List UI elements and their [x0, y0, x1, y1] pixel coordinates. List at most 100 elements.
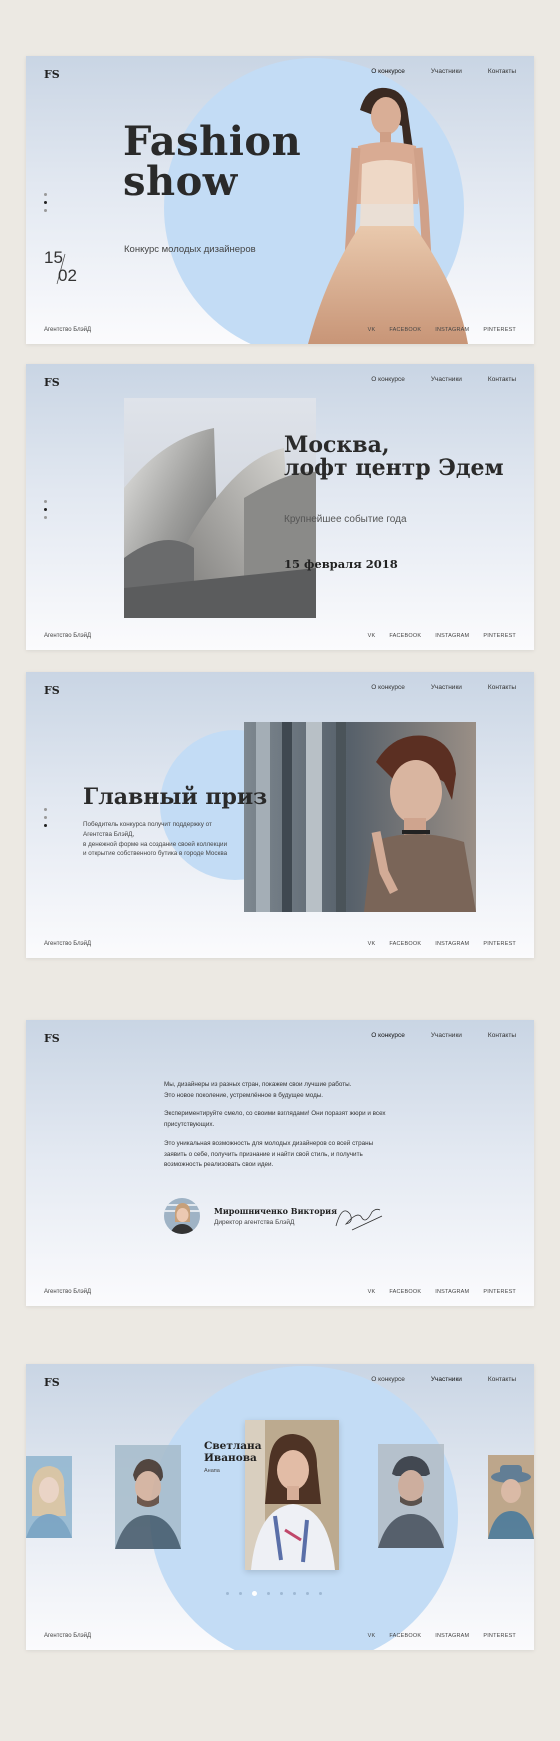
- slide-dot[interactable]: [44, 808, 47, 811]
- event-date: 15 февраля 2018: [284, 557, 398, 571]
- social-vk[interactable]: VK: [368, 327, 376, 333]
- slide-prize: FS О конкурсе Участники Контакты Главный…: [26, 672, 534, 958]
- nav-about[interactable]: О конкурсе: [371, 1376, 405, 1383]
- nav-participants[interactable]: Участники: [431, 1032, 462, 1039]
- social-vk[interactable]: VK: [368, 1633, 376, 1639]
- social-facebook[interactable]: FACEBOOK: [389, 941, 421, 947]
- slide-dots: [44, 500, 47, 519]
- slide-dot[interactable]: [44, 193, 47, 196]
- slide-dot[interactable]: [44, 508, 47, 511]
- top-nav: О конкурсе Участники Контакты: [371, 1376, 516, 1383]
- carousel-dot[interactable]: [226, 1592, 229, 1595]
- slide-participants: FS О конкурсе Участники Контакты Светлан…: [26, 1364, 534, 1650]
- agency-name: Агентство БлэйД: [44, 941, 92, 947]
- about-line: заявить о себе, получить признание и най…: [164, 1150, 363, 1158]
- nav-contacts[interactable]: Контакты: [488, 1032, 516, 1039]
- nav-contacts[interactable]: Контакты: [488, 684, 516, 691]
- slide-dot[interactable]: [44, 516, 47, 519]
- logo[interactable]: FS: [44, 376, 60, 389]
- social-vk[interactable]: VK: [368, 941, 376, 947]
- about-paragraph: Это уникальная возможность для молодых д…: [164, 1139, 404, 1171]
- social-instagram[interactable]: INSTAGRAM: [435, 1289, 469, 1295]
- prize-text-line: Победитель конкурса получит поддержку от: [83, 821, 212, 828]
- location-title: Москва, лофт центр Эдем: [284, 432, 504, 480]
- social-links: VK FACEBOOK INSTAGRAM PINTEREST: [368, 1633, 516, 1639]
- location-subtitle: Крупнейшее событие года: [284, 514, 407, 525]
- prize-text: Победитель конкурса получит поддержку от…: [83, 820, 243, 859]
- nav-participants[interactable]: Участники: [431, 684, 462, 691]
- carousel-dot[interactable]: [280, 1592, 283, 1595]
- social-vk[interactable]: VK: [368, 1289, 376, 1295]
- logo[interactable]: FS: [44, 68, 60, 81]
- about-text: Мы, дизайнеры из разных стран, покажем с…: [164, 1080, 404, 1171]
- slide-dot[interactable]: [44, 500, 47, 503]
- agency-name: Агентство БлэйД: [44, 327, 92, 333]
- participant-card[interactable]: [115, 1445, 181, 1549]
- participant-card[interactable]: [488, 1455, 534, 1539]
- top-nav: О конкурсе Участники Контакты: [371, 1032, 516, 1039]
- carousel-dot-active[interactable]: [252, 1591, 257, 1596]
- prize-text-line: и открытие собственного бутика в городе …: [83, 850, 228, 858]
- social-pinterest[interactable]: PINTEREST: [483, 327, 516, 333]
- nav-about[interactable]: О конкурсе: [371, 684, 405, 691]
- top-nav: О конкурсе Участники Контакты: [371, 376, 516, 383]
- hero-subtitle: Конкурс молодых дизайнеров: [124, 244, 256, 255]
- social-links: VK FACEBOOK INSTAGRAM PINTEREST: [368, 1289, 516, 1295]
- agency-name: Агентство БлэйД: [44, 633, 92, 639]
- participant-card[interactable]: [26, 1456, 72, 1538]
- social-facebook[interactable]: FACEBOOK: [389, 327, 421, 333]
- author-role: Директор агентства БлэйД: [214, 1219, 295, 1226]
- logo[interactable]: FS: [44, 684, 60, 697]
- carousel-dot[interactable]: [306, 1592, 309, 1595]
- participant-name: Светлана Иванова: [204, 1440, 262, 1464]
- about-line: Это новое поколение, устремлённое в буду…: [164, 1091, 324, 1099]
- social-facebook[interactable]: FACEBOOK: [389, 1289, 421, 1295]
- hero-date: 15 02: [44, 248, 84, 288]
- participant-last-name: Иванова: [204, 1452, 257, 1465]
- carousel-dot[interactable]: [239, 1592, 242, 1595]
- nav-contacts[interactable]: Контакты: [488, 1376, 516, 1383]
- slide-dot[interactable]: [44, 209, 47, 212]
- logo[interactable]: FS: [44, 1376, 60, 1389]
- social-pinterest[interactable]: PINTEREST: [483, 941, 516, 947]
- slide-dots: [44, 808, 47, 827]
- carousel-dot[interactable]: [319, 1592, 322, 1595]
- nav-about[interactable]: О конкурсе: [371, 1032, 405, 1039]
- prize-text-line: в денежной форме на создание своей колле…: [83, 840, 228, 848]
- social-instagram[interactable]: INSTAGRAM: [435, 1633, 469, 1639]
- social-instagram[interactable]: INSTAGRAM: [435, 633, 469, 639]
- participant-card[interactable]: [378, 1444, 444, 1548]
- carousel-dot[interactable]: [267, 1592, 270, 1595]
- nav-about[interactable]: О конкурсе: [371, 376, 405, 383]
- about-line: Экспериментируйте смело, со своими взгля…: [164, 1110, 386, 1118]
- logo[interactable]: FS: [44, 1032, 60, 1045]
- nav-contacts[interactable]: Контакты: [488, 376, 516, 383]
- about-line: Это уникальная возможность для молодых д…: [164, 1139, 374, 1147]
- participant-city: Анапа: [204, 1468, 220, 1474]
- slide-dot[interactable]: [44, 201, 47, 204]
- social-instagram[interactable]: INSTAGRAM: [435, 327, 469, 333]
- nav-participants[interactable]: Участники: [431, 376, 462, 383]
- carousel-dot[interactable]: [293, 1592, 296, 1595]
- slide-dots: [44, 193, 47, 212]
- nav-participants[interactable]: Участники: [431, 68, 462, 75]
- social-facebook[interactable]: FACEBOOK: [389, 633, 421, 639]
- slide-dot[interactable]: [44, 816, 47, 819]
- nav-participants[interactable]: Участники: [431, 1376, 462, 1383]
- social-instagram[interactable]: INSTAGRAM: [435, 941, 469, 947]
- agency-name: Агентство БлэйД: [44, 1633, 92, 1639]
- participant-first-name: Светлана: [204, 1440, 262, 1452]
- top-nav: О конкурсе Участники Контакты: [371, 68, 516, 75]
- nav-about[interactable]: О конкурсе: [371, 68, 405, 75]
- slide-hero: FS О конкурсе Участники Контакты Fashion…: [26, 56, 534, 344]
- location-title-line1: Москва,: [284, 432, 390, 458]
- slide-dot[interactable]: [44, 824, 47, 827]
- prize-title: Главный приз: [83, 784, 268, 810]
- social-pinterest[interactable]: PINTEREST: [483, 1289, 516, 1295]
- nav-contacts[interactable]: Контакты: [488, 68, 516, 75]
- social-pinterest[interactable]: PINTEREST: [483, 1633, 516, 1639]
- social-facebook[interactable]: FACEBOOK: [389, 1633, 421, 1639]
- hero-title-line1: Fashion: [123, 118, 302, 165]
- social-pinterest[interactable]: PINTEREST: [483, 633, 516, 639]
- social-vk[interactable]: VK: [368, 633, 376, 639]
